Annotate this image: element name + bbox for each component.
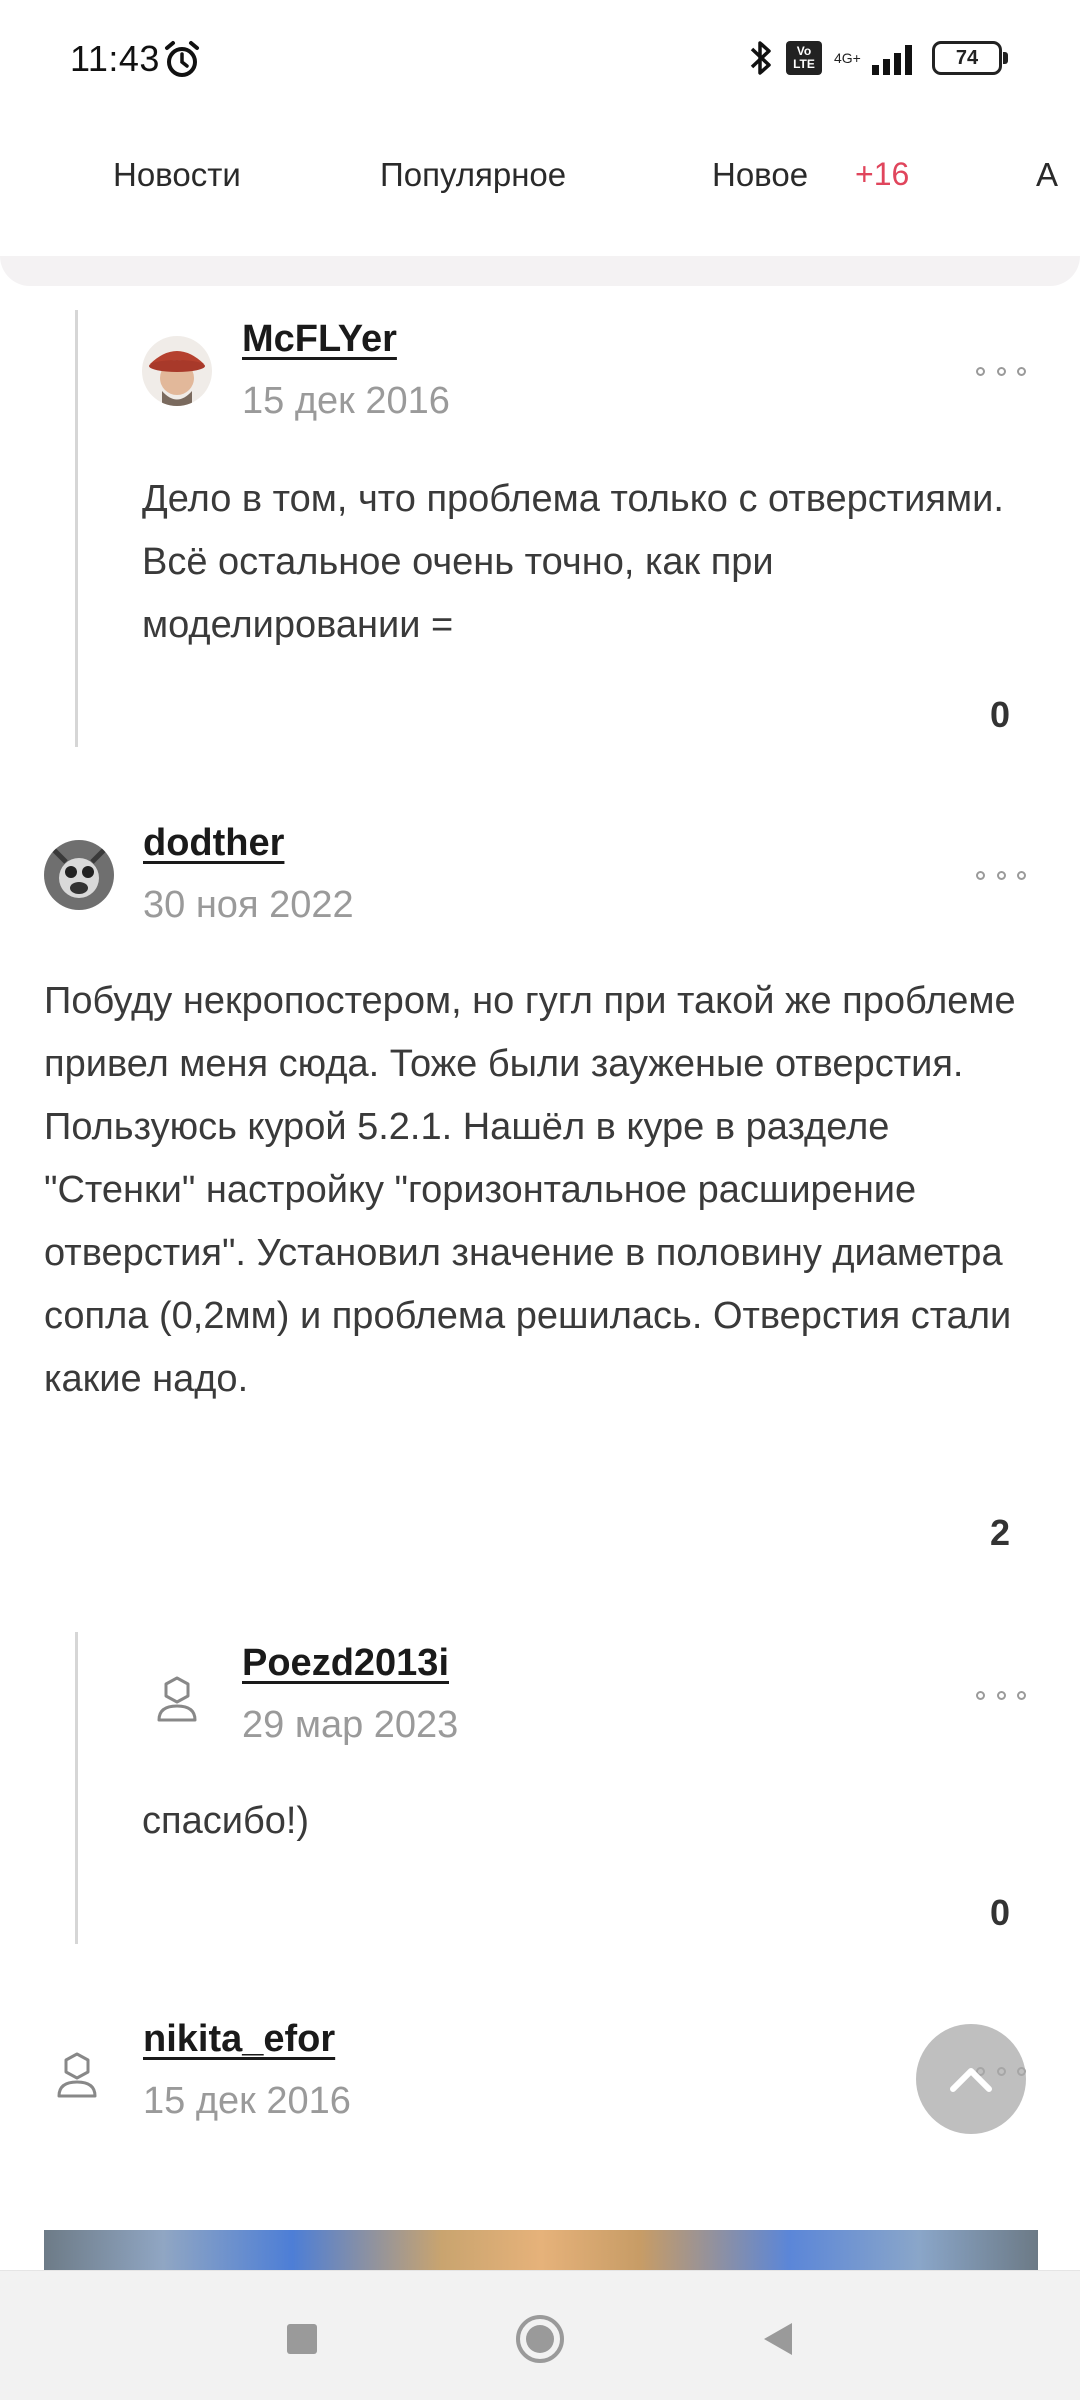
more-dots-icon[interactable] [976, 364, 1026, 378]
battery-indicator: 74 [932, 41, 1008, 75]
comment-username[interactable]: Poezd2013i [242, 1642, 449, 1685]
status-time: 11:43 [70, 38, 160, 79]
more-dots-icon[interactable] [976, 1688, 1026, 1702]
comment-username[interactable]: nikita_efor [143, 2018, 335, 2061]
comment-text: спасибо!) [142, 1800, 310, 1842]
status-bar: 11:43 Vo LTE 4G+ 74 [0, 0, 1080, 118]
nav-home-button[interactable] [510, 2309, 570, 2369]
comment-username[interactable]: McFLYer [242, 318, 397, 361]
chevron-up-icon [950, 2068, 992, 2092]
comment-rating: 0 [989, 1892, 1010, 1933]
nav-back-button[interactable] [748, 2309, 808, 2369]
triangle-back-icon [764, 2323, 792, 2355]
network-type: 4G+ [834, 50, 861, 66]
status-icons: Vo LTE 4G+ 74 [748, 38, 1008, 78]
user-avatar-image [44, 840, 114, 910]
comment-image[interactable] [44, 2230, 1038, 2270]
user-avatar-image [142, 336, 212, 406]
comment-text: Побуду некропостером, но гугл при такой … [44, 980, 1016, 1400]
comment-date: 29 мар 2023 [242, 1704, 459, 1746]
comment-rating: 2 [989, 1512, 1010, 1553]
user-placeholder-icon[interactable] [42, 2040, 112, 2110]
alarm-clock-icon [165, 41, 199, 77]
comment-username[interactable]: dodther [143, 822, 284, 865]
comment-date: 15 дек 2016 [143, 2080, 351, 2122]
bluetooth-icon [750, 41, 771, 75]
square-icon [287, 2324, 317, 2354]
tab-news[interactable]: Новости [113, 156, 241, 194]
reply-thread-line [75, 1632, 78, 1944]
nav-recents-button[interactable] [272, 2309, 332, 2369]
scroll-up-button[interactable] [916, 2024, 1026, 2134]
tab-popular[interactable]: Популярное [380, 156, 566, 194]
tab-more[interactable]: А [1036, 156, 1058, 194]
avatar[interactable] [142, 336, 212, 406]
circle-icon [516, 2315, 564, 2363]
signal-bars-icon [872, 45, 912, 75]
user-placeholder-icon[interactable] [142, 1664, 212, 1734]
comment-date: 30 ноя 2022 [143, 884, 354, 926]
comment-date: 15 дек 2016 [242, 380, 450, 422]
comment-text: Дело в том, что проблема только с отверс… [142, 478, 1004, 646]
tab-new[interactable]: Новое [712, 156, 808, 194]
reply-thread-line [75, 310, 78, 747]
tabs-shadow [0, 256, 1080, 286]
system-nav-bar [0, 2270, 1080, 2400]
more-dots-icon[interactable] [976, 868, 1026, 882]
avatar[interactable] [44, 840, 114, 910]
comment-rating: 0 [989, 694, 1010, 735]
tab-new-badge: +16 [855, 156, 910, 192]
section-tabs: Новости Популярное Новое +16 А [0, 118, 1080, 256]
volte-badge: Vo LTE [786, 41, 822, 75]
